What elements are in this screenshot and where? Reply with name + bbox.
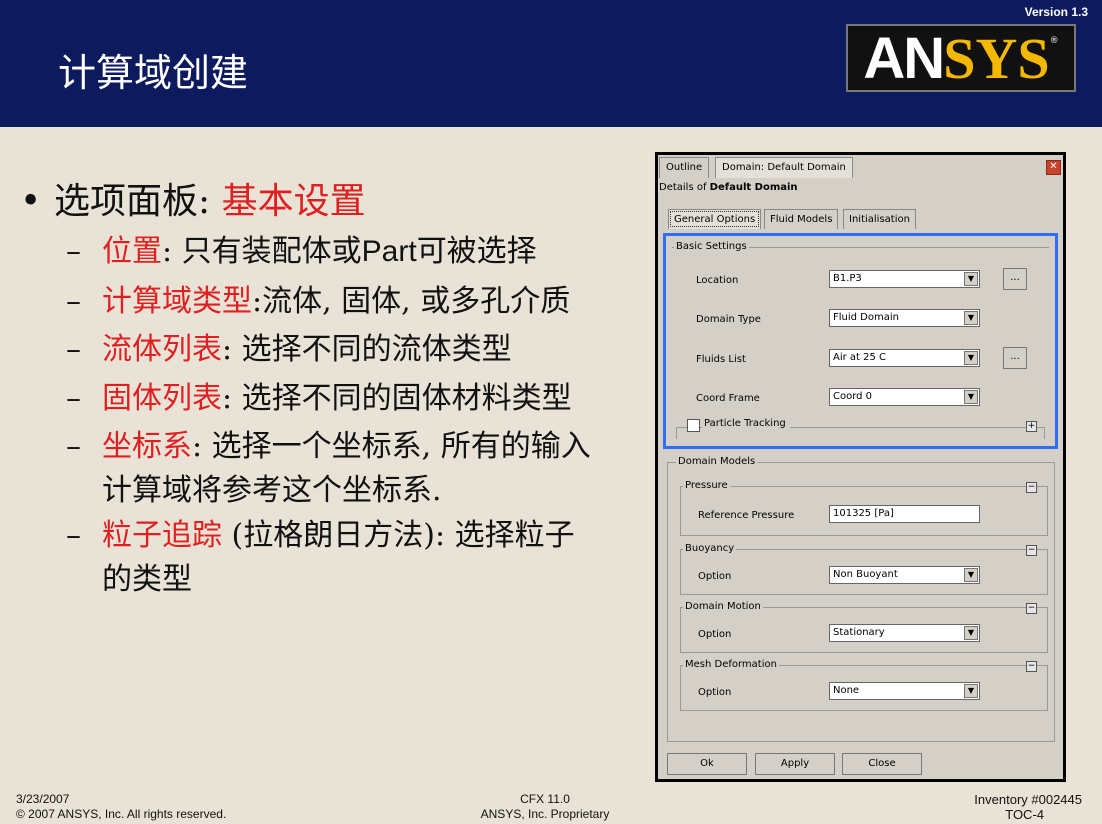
footer-date: 3/23/2007 bbox=[16, 792, 70, 806]
reference-pressure-label: Reference Pressure bbox=[698, 510, 795, 521]
ansys-logo: AN SYS ® bbox=[846, 24, 1076, 92]
domain-motion-option-select[interactable]: Stationary ▼ bbox=[829, 624, 980, 642]
ok-button[interactable]: Ok bbox=[667, 753, 747, 775]
chevron-down-icon[interactable]: ▼ bbox=[964, 272, 978, 286]
domain-type-label: Domain Type bbox=[696, 314, 761, 325]
collapse-minus-icon[interactable]: − bbox=[1026, 661, 1037, 672]
fluids-list-browse-button[interactable]: ... bbox=[1003, 347, 1027, 369]
domain-motion-option-label: Option bbox=[698, 629, 732, 640]
fluids-list-select[interactable]: Air at 25 C ▼ bbox=[829, 349, 980, 367]
coord-frame-select[interactable]: Coord 0 ▼ bbox=[829, 388, 980, 406]
domain-dialog: Outline Domain: Default Domain ✕ Details… bbox=[655, 152, 1066, 782]
chevron-down-icon[interactable]: ▼ bbox=[964, 390, 978, 404]
bullet-dot-icon: • bbox=[20, 181, 42, 222]
footer-product: CFX 11.0 bbox=[520, 792, 570, 806]
particle-tracking-checkbox[interactable] bbox=[687, 419, 700, 432]
footer-left: 3/23/2007 © 2007 ANSYS, Inc. All rights … bbox=[16, 792, 226, 822]
tab-fluid-models[interactable]: Fluid Models bbox=[764, 209, 839, 229]
chevron-down-icon[interactable]: ▼ bbox=[964, 311, 978, 325]
collapse-minus-icon[interactable]: − bbox=[1026, 545, 1037, 556]
chevron-down-icon[interactable]: ▼ bbox=[964, 351, 978, 365]
sub-bullet-location: – 位置: 只有装配体或Part可被选择 bbox=[66, 234, 537, 269]
sub-bullet-solids-list: – 固体列表: 选择不同的固体材料类型 bbox=[66, 381, 572, 416]
tab-initialisation[interactable]: Initialisation bbox=[843, 209, 916, 229]
collapse-minus-icon[interactable]: − bbox=[1026, 603, 1037, 614]
mesh-deformation-option-label: Option bbox=[698, 687, 732, 698]
details-heading: Details of Default Domain bbox=[659, 182, 798, 193]
coord-frame-label: Coord Frame bbox=[696, 393, 760, 404]
buoyancy-option-label: Option bbox=[698, 571, 732, 582]
mesh-deformation-option-select[interactable]: None ▼ bbox=[829, 682, 980, 700]
location-select[interactable]: B1.P3 ▼ bbox=[829, 270, 980, 288]
close-button[interactable]: Close bbox=[842, 753, 922, 775]
sub-bullet-particle-tracking: – 粒子追踪 (拉格朗日方法): 选择粒子 的类型 bbox=[66, 518, 575, 597]
location-label: Location bbox=[696, 275, 739, 286]
collapse-minus-icon[interactable]: − bbox=[1026, 482, 1037, 493]
footer-copyright: © 2007 ANSYS, Inc. All rights reserved. bbox=[16, 807, 227, 821]
chevron-down-icon[interactable]: ▼ bbox=[964, 684, 978, 698]
chevron-down-icon[interactable]: ▼ bbox=[964, 626, 978, 640]
tab-outline[interactable]: Outline bbox=[659, 157, 710, 178]
footer-inventory: Inventory #002445 bbox=[974, 792, 1082, 807]
close-icon[interactable]: ✕ bbox=[1046, 160, 1061, 175]
buoyancy-option-select[interactable]: Non Buoyant ▼ bbox=[829, 566, 980, 584]
main-bullet: • 选项面板: 基本设置 bbox=[20, 181, 366, 222]
particle-tracking-label: Particle Tracking bbox=[702, 418, 790, 429]
domain-type-select[interactable]: Fluid Domain ▼ bbox=[829, 309, 980, 327]
tab-domain[interactable]: Domain: Default Domain bbox=[715, 157, 853, 178]
sub-bullet-domain-type: – 计算域类型:流体, 固体, 或多孔介质 bbox=[66, 284, 571, 319]
expand-plus-icon[interactable]: + bbox=[1026, 421, 1037, 432]
sub-bullet-fluids-list: – 流体列表: 选择不同的流体类型 bbox=[66, 332, 512, 367]
footer-proprietary: ANSYS, Inc. Proprietary bbox=[480, 807, 610, 821]
footer-toc: TOC-4 bbox=[1005, 807, 1044, 822]
footer-center: CFX 11.0 ANSYS, Inc. Proprietary bbox=[460, 792, 630, 822]
slide-title: 计算域创建 bbox=[58, 51, 249, 95]
slide-header: Version 1.3 计算域创建 AN SYS ® bbox=[0, 0, 1102, 127]
location-browse-button[interactable]: ... bbox=[1003, 268, 1027, 290]
chevron-down-icon[interactable]: ▼ bbox=[964, 568, 978, 582]
version-label: Version 1.3 bbox=[1024, 5, 1088, 19]
apply-button[interactable]: Apply bbox=[755, 753, 835, 775]
sub-bullet-coord-frame: – 坐标系: 选择一个坐标系, 所有的输入 计算域将参考这个坐标系. bbox=[66, 429, 591, 508]
reference-pressure-input[interactable]: 101325 [Pa] bbox=[829, 505, 980, 523]
footer-right: Inventory #002445 TOC-4 bbox=[940, 792, 1082, 822]
fluids-list-label: Fluids List bbox=[696, 354, 746, 365]
tab-general-options[interactable]: General Options bbox=[668, 209, 762, 229]
